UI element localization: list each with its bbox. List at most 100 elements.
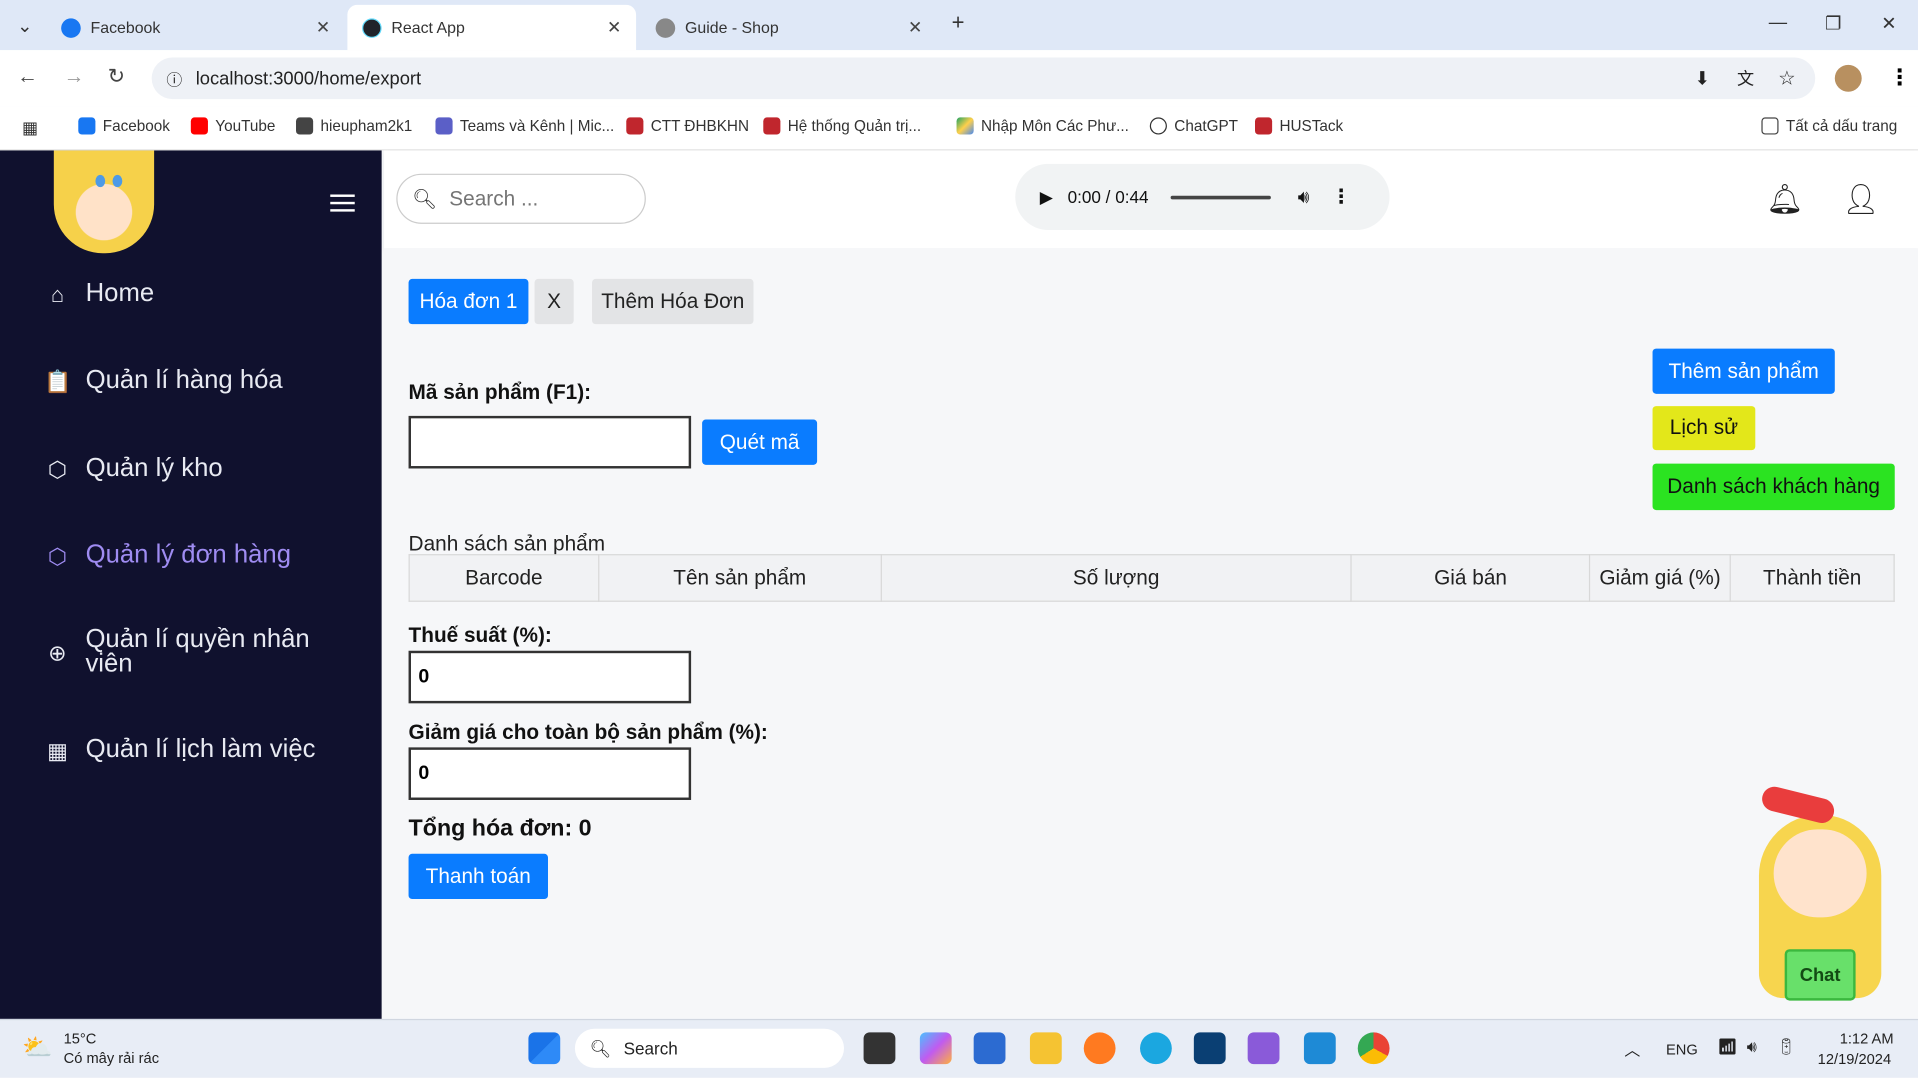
- volume-icon[interactable]: 🔊︎: [1298, 187, 1310, 208]
- bookmark-label: Facebook: [102, 117, 170, 135]
- bookmark-facebook[interactable]: Facebook: [78, 117, 170, 135]
- tab-facebook[interactable]: Facebook ✕: [46, 5, 344, 50]
- copilot-icon[interactable]: [919, 1032, 952, 1065]
- column-header: Thành tiền: [1729, 554, 1895, 602]
- bookmark-quan-tri[interactable]: Hệ thống Quản trị...: [763, 117, 921, 135]
- weather-icon[interactable]: ⛅: [22, 1032, 52, 1063]
- sidebar-item-home[interactable]: ⌂ Home: [44, 279, 362, 308]
- tab-label: Facebook: [90, 18, 161, 37]
- new-tab-button[interactable]: +: [952, 10, 965, 36]
- chrome-icon[interactable]: [1357, 1032, 1390, 1065]
- tab-search-icon[interactable]: ⌄: [17, 15, 32, 37]
- clock-time[interactable]: 1:12 AM: [1840, 1030, 1894, 1047]
- audio-player: ▶ 0:00 / 0:44 🔊︎ ⋮: [1015, 163, 1390, 230]
- back-button[interactable]: ←: [17, 65, 38, 89]
- invoice-total: Tổng hóa đơn: 0: [408, 815, 592, 842]
- vscode-icon[interactable]: [1303, 1032, 1336, 1065]
- wifi-icon[interactable]: 📶︎: [1717, 1037, 1737, 1057]
- forward-button[interactable]: →: [64, 65, 85, 89]
- react-icon: [362, 17, 382, 38]
- window-close-button[interactable]: ✕: [1881, 12, 1896, 34]
- bell-icon[interactable]: 🔔︎: [1766, 182, 1803, 217]
- player-time: 0:00 / 0:44: [1067, 187, 1149, 207]
- edge-icon[interactable]: [1140, 1032, 1172, 1065]
- firefox-icon[interactable]: [1083, 1032, 1116, 1065]
- sidebar-item-permissions[interactable]: ⊕ Quản lí quyền nhân viên: [44, 626, 362, 677]
- close-icon[interactable]: ✕: [607, 17, 621, 38]
- sidebar-item-label: Quản lí hàng hóa: [85, 365, 283, 394]
- tab-react-app[interactable]: React App ✕: [347, 4, 637, 51]
- user-icon[interactable]: 👤︎: [1842, 182, 1879, 217]
- box-icon: ⬡: [47, 544, 68, 569]
- clock-date[interactable]: 12/19/2024: [1818, 1051, 1891, 1068]
- hust-icon: [626, 117, 644, 135]
- bookmark-youtube[interactable]: YouTube: [190, 117, 275, 135]
- add-product-button[interactable]: Thêm sản phẩm: [1652, 348, 1835, 394]
- visual-studio-icon[interactable]: [1247, 1032, 1280, 1065]
- progress-slider[interactable]: [1170, 195, 1271, 199]
- pay-button[interactable]: Thanh toán: [408, 853, 548, 900]
- bookmark-drive[interactable]: Nhập Môn Các Phư...: [956, 117, 1129, 135]
- apps-icon[interactable]: ▦: [22, 117, 38, 138]
- maximize-button[interactable]: ❐: [1825, 12, 1841, 34]
- close-icon[interactable]: ✕: [908, 17, 922, 38]
- bookmark-hustack[interactable]: HUSTack: [1255, 117, 1343, 135]
- app-header: 🔍︎ ▶ 0:00 / 0:44 🔊︎ ⋮ 🔔︎ 👤︎: [384, 150, 1918, 249]
- hustack-icon: [1255, 117, 1273, 135]
- sidebar-item-warehouse[interactable]: ⬡ Quản lý kho: [44, 454, 362, 483]
- tab-guide-shop[interactable]: Guide - Shop ✕: [641, 5, 937, 50]
- sidebar-item-schedule[interactable]: ▦ Quản lí lịch làm việc: [44, 735, 362, 764]
- translate-icon[interactable]: 文: [1737, 66, 1754, 90]
- invoice-tab[interactable]: Hóa đơn 1: [408, 278, 529, 325]
- bookmark-hieupham[interactable]: hieupham2k1: [296, 117, 412, 135]
- minimize-button[interactable]: —: [1769, 12, 1787, 33]
- store-icon[interactable]: [973, 1032, 1006, 1065]
- product-list-caption: Danh sách sản phẩm: [408, 532, 606, 556]
- customer-list-button[interactable]: Danh sách khách hàng: [1652, 463, 1895, 511]
- volume-icon[interactable]: 🔊︎: [1747, 1037, 1757, 1057]
- scan-button[interactable]: Quét mã: [702, 419, 818, 465]
- reload-button[interactable]: ↻: [108, 65, 125, 89]
- discount-label: Giảm giá cho toàn bộ sản phẩm (%):: [408, 720, 768, 744]
- bookmark-label: Teams và Kênh | Mic...: [459, 117, 615, 135]
- address-bar: ← → ↻ ⓘ localhost:3000/home/export ⬇ 文 ☆…: [0, 50, 1918, 107]
- bookmark-ctt[interactable]: CTT ĐHBKHN: [626, 117, 749, 135]
- chat-button[interactable]: Chat: [1784, 949, 1856, 1001]
- add-invoice-button[interactable]: Thêm Hóa Đơn: [592, 278, 754, 325]
- task-view-icon[interactable]: [863, 1032, 896, 1065]
- language-indicator[interactable]: ENG: [1666, 1041, 1698, 1058]
- site-info-icon[interactable]: ⓘ: [166, 67, 182, 90]
- bookmark-chatgpt[interactable]: ChatGPT: [1149, 117, 1239, 135]
- browser-menu-icon[interactable]: ⋮: [1889, 65, 1911, 91]
- search-input[interactable]: [449, 186, 621, 212]
- bookmark-label: ChatGPT: [1174, 117, 1239, 135]
- mascot-avatar: [53, 150, 155, 254]
- column-header: Giá bán: [1350, 554, 1591, 602]
- bookmark-teams[interactable]: Teams và Kênh | Mic...: [435, 117, 615, 135]
- profile-avatar[interactable]: [1834, 64, 1862, 92]
- close-icon[interactable]: ✕: [316, 17, 330, 38]
- play-icon[interactable]: ▶: [1040, 187, 1053, 208]
- close-invoice-button[interactable]: X: [534, 278, 574, 325]
- history-button[interactable]: Lịch sử: [1652, 406, 1756, 451]
- taskbar-search[interactable]: 🔍︎ Search: [574, 1028, 845, 1068]
- url-text: localhost:3000/home/export: [195, 67, 422, 89]
- tax-input[interactable]: 0: [408, 650, 692, 704]
- sidebar-item-goods[interactable]: 📋 Quản lí hàng hóa: [44, 366, 362, 395]
- all-bookmarks[interactable]: Tất cả dấu trang: [1761, 117, 1897, 135]
- windows-start-icon[interactable]: [528, 1032, 561, 1065]
- battery-icon[interactable]: 🔋︎: [1776, 1037, 1796, 1057]
- file-explorer-icon[interactable]: [1029, 1032, 1062, 1065]
- star-icon[interactable]: ☆: [1778, 66, 1796, 90]
- app-icon[interactable]: [1193, 1032, 1226, 1065]
- url-field[interactable]: ⓘ localhost:3000/home/export ⬇ 文 ☆: [151, 57, 1816, 100]
- product-code-input[interactable]: [408, 415, 692, 469]
- more-options-icon[interactable]: ⋮: [1331, 185, 1351, 209]
- install-icon[interactable]: ⬇: [1695, 67, 1710, 89]
- hamburger-menu-icon[interactable]: [330, 194, 355, 212]
- discount-input[interactable]: 0: [408, 747, 692, 800]
- chevron-up-icon[interactable]: ︿: [1624, 1037, 1640, 1060]
- column-header: Số lượng: [880, 554, 1353, 602]
- column-header: Tên sản phẩm: [598, 554, 882, 602]
- sidebar-item-orders[interactable]: ⬡ Quản lý đơn hàng: [44, 541, 362, 570]
